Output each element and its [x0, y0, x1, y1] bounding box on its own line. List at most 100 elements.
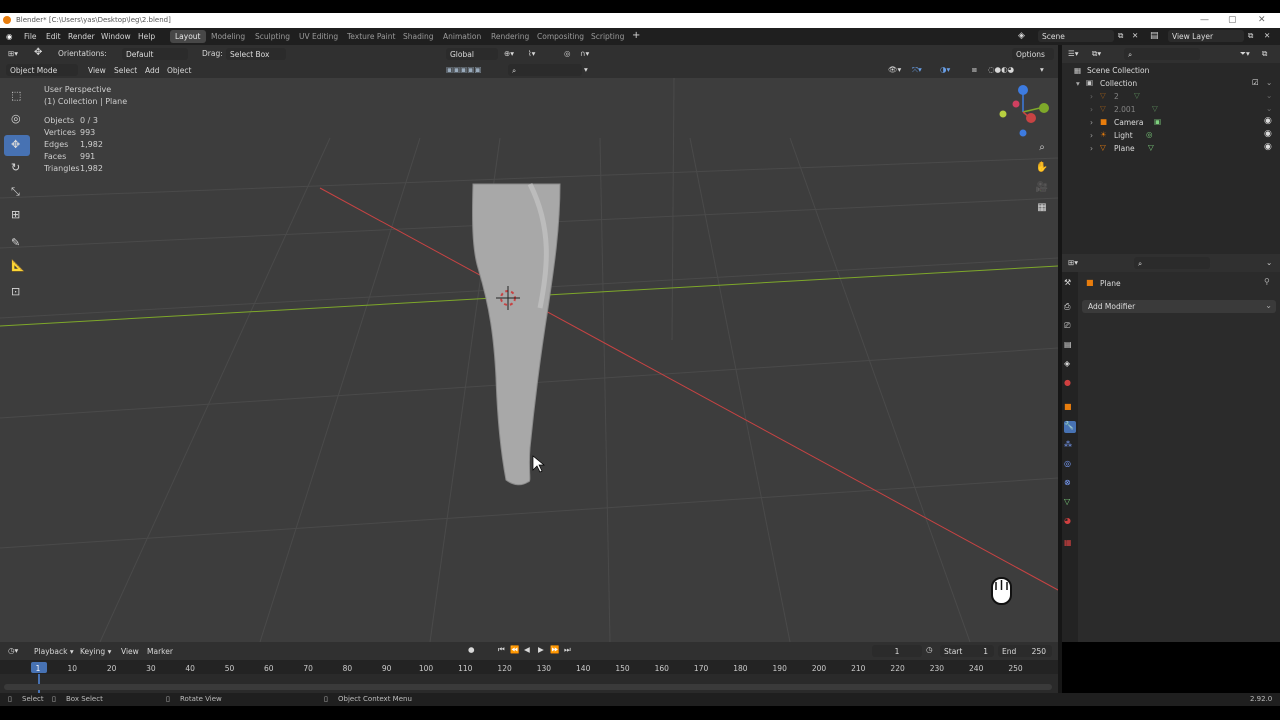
texture-tab-icon[interactable]: ▦ [1064, 538, 1076, 550]
menu-add[interactable]: Add [145, 66, 160, 75]
measure-tool[interactable]: 📐 [4, 256, 30, 277]
chevron-right-icon[interactable]: › [1090, 131, 1093, 140]
tab-compositing[interactable]: Compositing [532, 30, 589, 43]
tool-tab-icon[interactable]: ⚒ [1064, 278, 1076, 290]
start-frame-field[interactable]: Start 1 [940, 645, 994, 657]
eye-icon[interactable]: ◉ [1264, 116, 1272, 126]
pan-hand-icon[interactable]: ✋ [1034, 162, 1050, 178]
render-tab-icon[interactable]: ⎙ [1064, 302, 1076, 314]
display-mode-icon[interactable]: ⧉▾ [1092, 49, 1101, 59]
snap-icon[interactable]: ⌇▾ [528, 49, 535, 58]
navigation-gizmo[interactable] [999, 85, 1050, 137]
outliner-editor-icon[interactable]: ☰▾ [1068, 49, 1079, 58]
expand-icon[interactable]: ⌄ [1266, 78, 1272, 87]
new-scene-icon[interactable]: ⧉ [1118, 31, 1123, 41]
chevron-right-icon[interactable]: › [1090, 144, 1093, 153]
tree-item-2[interactable]: › ▽ 2 ▽ ⌄ [1062, 90, 1280, 103]
hidden-icon[interactable]: ⌄ [1266, 91, 1272, 100]
output-tab-icon[interactable]: ⎚ [1064, 321, 1076, 333]
options-dropdown[interactable]: Options [1012, 48, 1054, 60]
annotate-tool[interactable]: ✎ [4, 233, 30, 254]
hidden-icon[interactable]: ⌄ [1266, 104, 1272, 113]
chevron-down-icon[interactable]: ▾ [1076, 79, 1080, 88]
tree-item-light[interactable]: › ☀ Light ◎ ◉ [1062, 129, 1280, 142]
play-reverse-icon[interactable]: ◀ [524, 645, 530, 654]
add-modifier-button[interactable]: Add Modifier ⌄ [1082, 300, 1276, 313]
delete-scene-icon[interactable]: ✕ [1132, 31, 1138, 40]
camera-view-icon[interactable]: 🎥 [1034, 182, 1050, 198]
close-icon[interactable]: ✕ [1258, 15, 1266, 25]
pin-icon[interactable]: ⚲ [1264, 277, 1270, 286]
end-frame-field[interactable]: End 250 [998, 645, 1052, 657]
select-box-tool[interactable]: ⬚ [4, 86, 30, 107]
scene-icon[interactable]: ◈ [1018, 31, 1025, 41]
menu-marker[interactable]: Marker [147, 647, 173, 656]
tab-shading[interactable]: Shading [398, 30, 438, 43]
add-workspace-icon[interactable]: + [632, 30, 640, 41]
scene-tab-icon[interactable]: ◈ [1064, 359, 1076, 371]
menu-object[interactable]: Object [167, 66, 191, 75]
view-layer-field[interactable]: View Layer [1168, 30, 1244, 42]
timeline-area[interactable]: 1 10 20 30 40 50 60 70 80 90 100 110 120 130 140 150 160… [0, 660, 1058, 693]
timeline-scrollbar[interactable] [4, 684, 1052, 690]
menu-file[interactable]: File [24, 32, 37, 41]
menu-playback[interactable]: Playback ▾ [34, 647, 74, 656]
select-mode-icons[interactable]: ▣▣▣▣▣ [446, 65, 481, 74]
add-cube-tool[interactable]: ⊡ [4, 282, 30, 303]
view-layer-tab-icon[interactable]: ▤ [1064, 340, 1076, 352]
tab-scripting[interactable]: Scripting [586, 30, 629, 43]
next-keyframe-icon[interactable]: ⏩ [550, 645, 559, 654]
physics-tab-icon[interactable]: ◎ [1064, 459, 1076, 471]
clock-icon[interactable]: ◷ [926, 645, 933, 654]
data-tab-icon[interactable]: ▽ [1064, 497, 1076, 509]
transform-tool[interactable]: ⊞ [4, 205, 30, 226]
modifier-tab-icon[interactable]: 🔧 [1064, 421, 1076, 433]
new-collection-icon[interactable]: ⧉ [1262, 49, 1267, 59]
constraints-tab-icon[interactable]: ⊗ [1064, 478, 1076, 490]
chevron-right-icon[interactable]: › [1090, 105, 1093, 114]
ortho-grid-icon[interactable]: ▦ [1034, 202, 1050, 218]
chevron-right-icon[interactable]: › [1090, 118, 1093, 127]
particles-tab-icon[interactable]: ⁂ [1064, 440, 1076, 452]
prev-keyframe-icon[interactable]: ⏪ [510, 645, 519, 654]
visibility-icon[interactable]: 👁▾ [888, 65, 901, 74]
tab-sculpting[interactable]: Sculpting [250, 30, 295, 43]
scene-field[interactable]: Scene [1038, 30, 1114, 42]
orientation-dropdown[interactable]: Default [122, 48, 188, 60]
tree-item-plane[interactable]: › ▽ Plane ▽ ◉ [1062, 142, 1280, 155]
jump-end-icon[interactable]: ⏭ [564, 645, 571, 655]
tab-texture-paint[interactable]: Texture Paint [342, 30, 400, 43]
blender-menu-icon[interactable]: ◉ [6, 32, 13, 41]
record-icon[interactable]: ● [468, 645, 475, 654]
outliner-search-field[interactable]: ⌕ [1124, 48, 1200, 60]
scale-tool[interactable]: ⤡ [4, 182, 30, 203]
play-icon[interactable]: ▶ [538, 645, 544, 654]
minimize-icon[interactable]: — [1200, 15, 1209, 25]
timeline-editor-icon[interactable]: ◷▾ [8, 646, 18, 655]
falloff-icon[interactable]: ∩▾ [580, 49, 589, 58]
menu-view[interactable]: View [88, 66, 106, 75]
proportional-edit-icon[interactable]: ◎ [564, 49, 571, 58]
world-tab-icon[interactable]: ● [1064, 378, 1076, 390]
delete-view-layer-icon[interactable]: ✕ [1264, 31, 1270, 40]
editor-type-icon[interactable]: ⊞▾ [8, 49, 18, 58]
zoom-icon[interactable]: ⌕ [1034, 142, 1050, 158]
mode-dropdown[interactable]: Object Mode [6, 64, 78, 76]
tree-item-collection[interactable]: ▾ ▣ Collection ☑ ⌄ [1062, 77, 1280, 90]
drag-dropdown[interactable]: Select Box [226, 48, 286, 60]
filter-dropdown-icon[interactable]: ▾ [584, 65, 588, 74]
shading-options-icon[interactable]: ▾ [1040, 65, 1044, 74]
gizmo-icon[interactable]: ⤧▾ [912, 65, 922, 75]
material-tab-icon[interactable]: ◕ [1064, 516, 1076, 528]
overlays-icon[interactable]: ◑▾ [940, 65, 950, 74]
menu-timeline-view[interactable]: View [121, 647, 139, 656]
chevron-right-icon[interactable]: › [1090, 92, 1093, 101]
viewport-search-field[interactable]: ⌕ [508, 64, 582, 76]
view-layer-icon[interactable]: ▤ [1150, 31, 1159, 41]
maximize-icon[interactable]: ▢ [1228, 15, 1237, 25]
tab-rendering[interactable]: Rendering [486, 30, 534, 43]
menu-select[interactable]: Select [114, 66, 137, 75]
pivot-icon[interactable]: ⊕▾ [504, 49, 514, 58]
tab-animation[interactable]: Animation [438, 30, 486, 43]
tree-item-2-001[interactable]: › ▽ 2.001 ▽ ⌄ [1062, 103, 1280, 116]
